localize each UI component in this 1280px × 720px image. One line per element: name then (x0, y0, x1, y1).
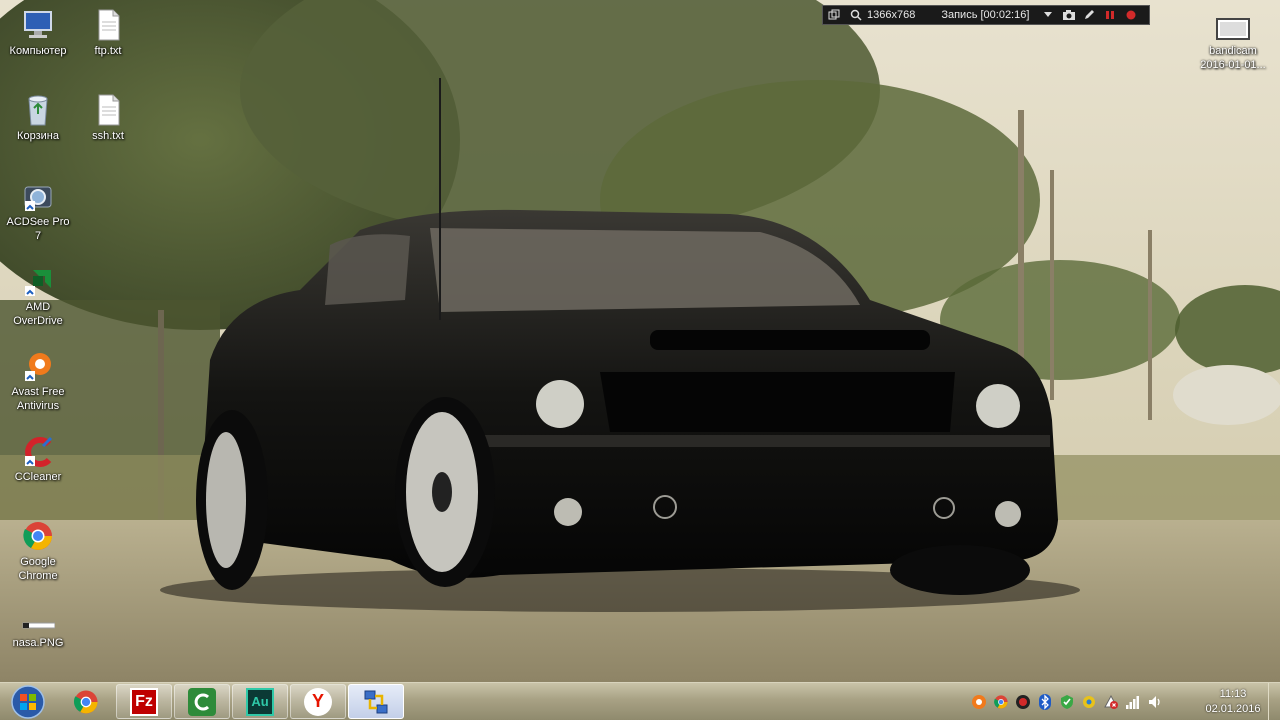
chrome-tray-icon[interactable] (992, 693, 1010, 711)
desktop-icon-avast[interactable]: Avast Free Antivirus (2, 349, 74, 413)
desktop-icon-bandicam-video[interactable]: bandicam 2016-01-01... (1196, 16, 1270, 72)
audition-icon: Au (246, 687, 274, 716)
desktop-icon-label: ssh.txt (92, 130, 124, 142)
desktop-icon-label: Корзина (17, 130, 59, 142)
desktop-icon-label: CCleaner (14, 471, 62, 483)
yandex-browser-icon: Y (304, 687, 332, 716)
desktop-icon-label: AMD OverDrive (13, 301, 63, 327)
volume-icon[interactable] (1146, 693, 1164, 711)
clock[interactable]: 11:13 02.01.2016 (1200, 687, 1266, 717)
desktop-icon-nasa-png[interactable]: nasa.PNG (2, 618, 74, 650)
stop-record-icon[interactable] (1125, 6, 1137, 24)
image-file-icon (21, 618, 55, 634)
windows-logo-icon (11, 685, 45, 719)
search-icon[interactable] (850, 6, 862, 24)
show-desktop-button[interactable] (1268, 683, 1280, 720)
desktop-icon-label: Avast Free Antivirus (11, 386, 65, 412)
pencil-icon[interactable] (1083, 6, 1095, 24)
desktop-icon-ssh-txt[interactable]: ssh.txt (72, 93, 144, 143)
video-file-icon (1216, 16, 1250, 42)
clock-date: 02.01.2016 (1205, 703, 1261, 715)
text-file-icon (91, 8, 125, 42)
filezilla-icon: Fz (130, 687, 158, 716)
shield-tray-icon[interactable] (1058, 693, 1076, 711)
taskbar-chrome-button[interactable] (58, 684, 114, 719)
ccleaner-icon (21, 434, 55, 468)
bandicam-toolbar: 1366x768 Запись [00:02:16] (822, 5, 1150, 25)
filezilla-label: Fz (135, 692, 153, 710)
resolution-label: 1366x768 (867, 9, 916, 21)
camera-icon[interactable] (1062, 6, 1076, 24)
audition-label: Au (251, 694, 269, 709)
recording-status: Запись [00:02:16] (941, 9, 1030, 21)
recycle-bin-icon (21, 93, 55, 127)
yandex-label: Y (311, 691, 324, 711)
taskbar: Fz Au Y 11:13 02.01.2016 (0, 682, 1280, 720)
start-button[interactable] (6, 685, 50, 719)
chrome-icon (21, 519, 55, 553)
taskbar-network-tool-button[interactable] (348, 684, 404, 719)
chrome-icon (73, 689, 98, 714)
system-tray (970, 683, 1168, 720)
action-center-icon[interactable] (1102, 693, 1120, 711)
desktop-icon-amd-overdrive[interactable]: AMD OverDrive (2, 264, 74, 328)
camtasia-icon (188, 687, 216, 716)
desktop-icon-chrome[interactable]: Google Chrome (2, 519, 74, 583)
window-mode-icon[interactable] (828, 6, 840, 24)
desktop-wallpaper (0, 0, 1280, 682)
bandicam-tray-icon[interactable] (1014, 693, 1032, 711)
settings-tray-icon[interactable] (1080, 693, 1098, 711)
taskbar-camtasia-button[interactable] (174, 684, 230, 719)
desktop-icon-ftp-txt[interactable]: ftp.txt (72, 8, 144, 58)
desktop-icon-label: bandicam 2016-01-01... (1200, 45, 1266, 71)
desktop-icon-label: ACDSee Pro 7 (6, 216, 70, 242)
avast-icon (21, 349, 55, 383)
desktop-icon-ccleaner[interactable]: CCleaner (2, 434, 74, 484)
avast-tray-icon[interactable] (970, 693, 988, 711)
amd-overdrive-icon (21, 264, 55, 298)
taskbar-audition-button[interactable]: Au (232, 684, 288, 719)
taskbar-filezilla-button[interactable]: Fz (116, 684, 172, 719)
pause-icon[interactable] (1104, 6, 1116, 24)
desktop-icon-label: Google Chrome (18, 556, 58, 582)
bluetooth-icon[interactable] (1036, 693, 1054, 711)
network-icon[interactable] (1124, 693, 1142, 711)
desktop-icon-label: nasa.PNG (12, 637, 64, 649)
chevron-down-icon[interactable] (1043, 6, 1053, 24)
desktop-icon-label: Компьютер (9, 45, 67, 57)
desktop-icon-recycle-bin[interactable]: Корзина (2, 93, 74, 143)
text-file-icon (91, 93, 125, 127)
desktop-icon-label: ftp.txt (94, 45, 122, 57)
computer-icon (21, 8, 55, 42)
taskbar-yandex-button[interactable]: Y (290, 684, 346, 719)
desktop-icon-acdsee[interactable]: ACDSee Pro 7 (2, 179, 74, 243)
desktop-icon-computer[interactable]: Компьютер (2, 8, 74, 58)
clock-time: 11:13 (1219, 688, 1247, 700)
acdsee-icon (21, 179, 55, 213)
network-tool-icon (364, 690, 388, 713)
